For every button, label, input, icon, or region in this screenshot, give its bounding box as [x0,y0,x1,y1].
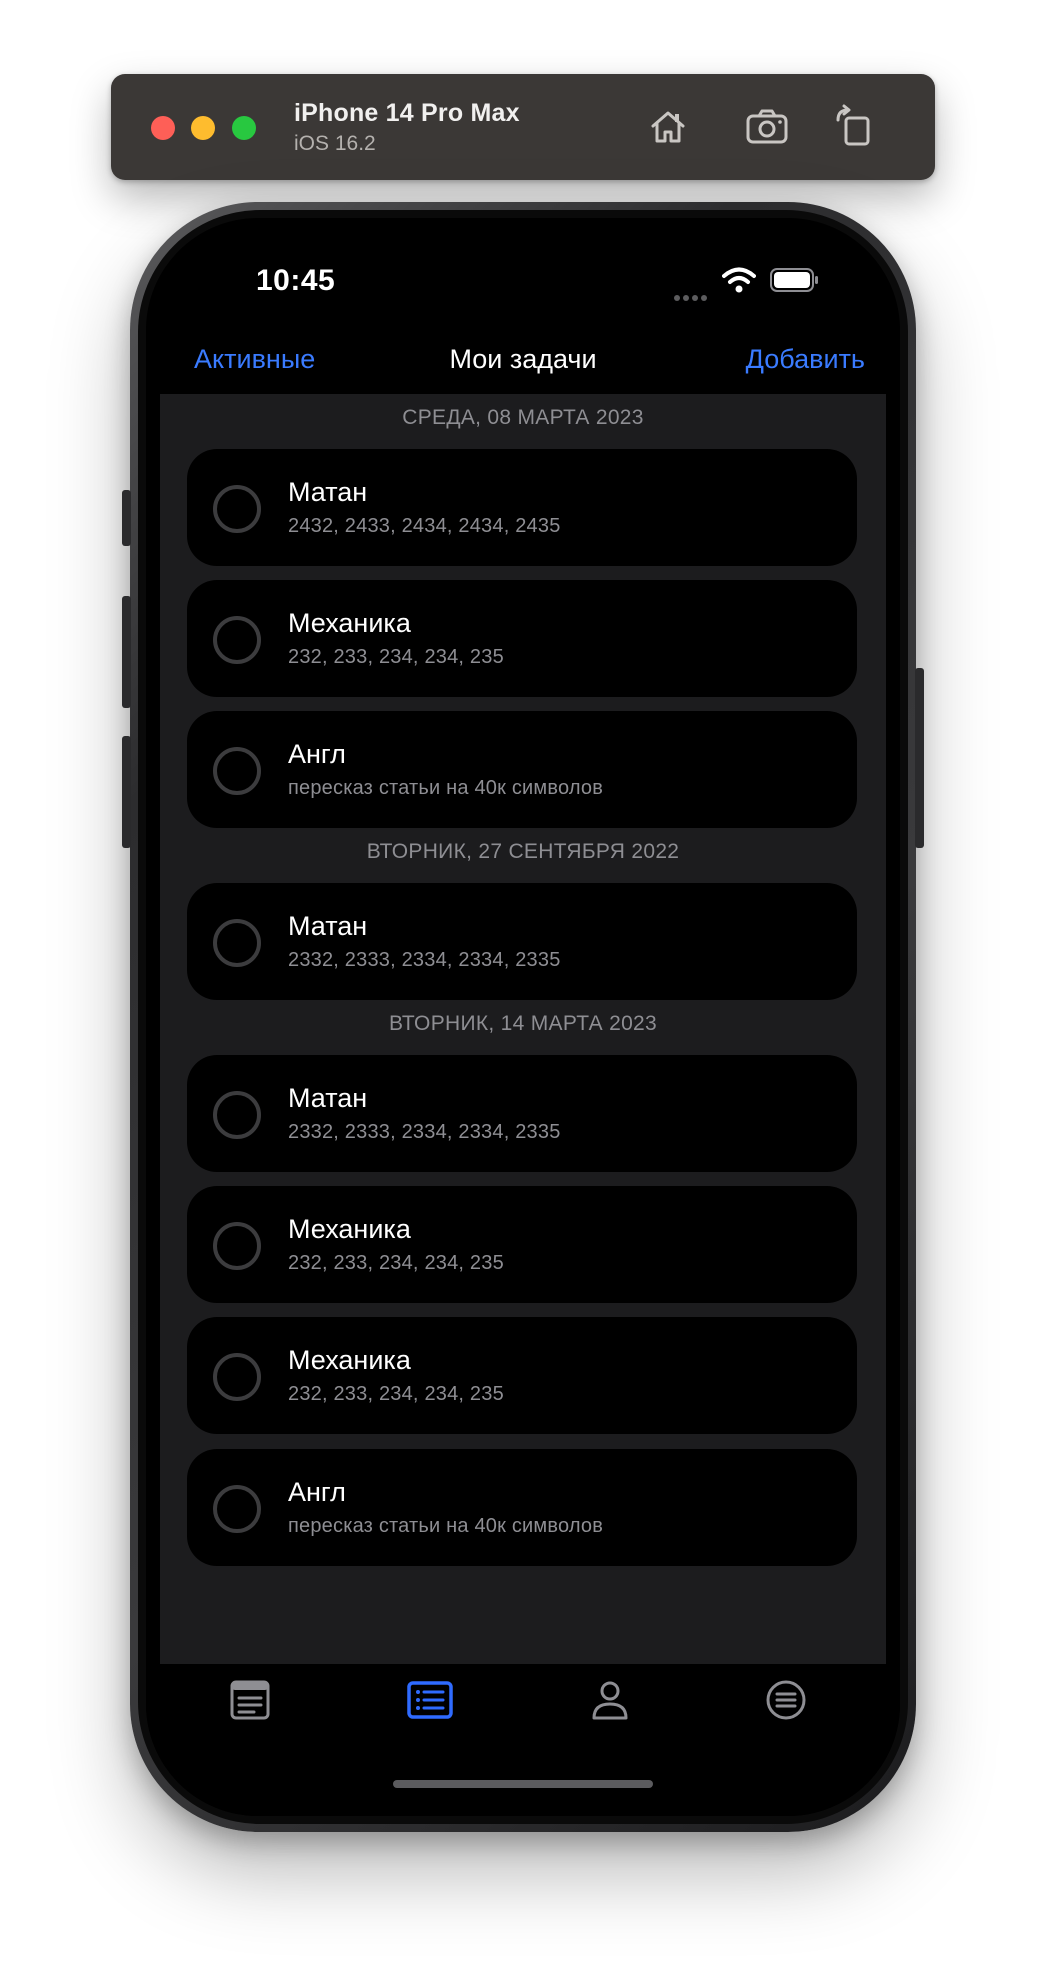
task-checkbox[interactable] [213,616,261,664]
task-title: Механика [288,608,411,638]
volume-down-button [122,736,131,848]
task-checkbox[interactable] [213,1222,261,1270]
task-title: Англ [288,739,346,769]
task-row[interactable]: Англ пересказ статьи на 40к символов [187,1449,857,1566]
task-title: Матан [288,911,368,941]
battery-icon [770,268,820,292]
silent-switch [122,490,131,546]
person-icon[interactable] [586,1676,634,1724]
task-row[interactable]: Механика 232, 233, 234, 234, 235 [187,580,857,697]
task-checkbox[interactable] [213,485,261,533]
minimize-window-button[interactable] [191,116,215,140]
task-row[interactable]: Механика 232, 233, 234, 234, 235 [187,1317,857,1434]
list-icon[interactable] [406,1676,454,1724]
section-header: СРЕДА, 08 МАРТА 2023 [402,406,644,429]
task-list[interactable]: СРЕДА, 08 МАРТА 2023 Матан 2432, 2433, 2… [160,394,886,1664]
power-button [915,668,924,848]
task-row[interactable]: Матан 2332, 2333, 2334, 2334, 2335 [187,883,857,1000]
close-window-button[interactable] [151,116,175,140]
task-title: Механика [288,1214,411,1244]
task-title: Матан [288,1083,368,1113]
task-subtitle: 232, 233, 234, 234, 235 [288,1252,504,1274]
home-indicator[interactable] [393,1780,653,1788]
task-row[interactable]: Англ пересказ статьи на 40к символов [187,711,857,828]
section-header: ВТОРНИК, 14 МАРТА 2023 [388,1012,658,1035]
zoom-window-button[interactable] [232,116,256,140]
note-icon[interactable] [226,1676,274,1724]
task-checkbox[interactable] [213,1353,261,1401]
rotate-icon[interactable] [832,104,878,150]
device-name: iPhone 14 Pro Max [294,99,520,127]
task-subtitle: 2432, 2433, 2434, 2434, 2435 [288,515,561,537]
task-checkbox[interactable] [213,919,261,967]
home-icon[interactable] [645,104,691,150]
tab-bar [146,1664,900,1816]
add-task-button[interactable]: Добавить [746,344,865,375]
task-subtitle: 2332, 2333, 2334, 2334, 2335 [288,1121,561,1143]
dynamic-island [422,252,622,310]
task-title: Англ [288,1477,346,1507]
screenshot-icon[interactable] [744,104,790,150]
volume-up-button [122,596,131,708]
task-title: Матан [288,477,368,507]
task-subtitle: пересказ статьи на 40к символов [288,1515,604,1537]
task-subtitle: 2332, 2333, 2334, 2334, 2335 [288,949,561,971]
task-row[interactable]: Матан 2332, 2333, 2334, 2334, 2335 [187,1055,857,1172]
task-subtitle: 232, 233, 234, 234, 235 [288,1383,504,1405]
task-checkbox[interactable] [213,1091,261,1139]
task-title: Механика [288,1345,411,1375]
task-subtitle: 232, 233, 234, 234, 235 [288,646,504,668]
task-checkbox[interactable] [213,747,261,795]
task-row[interactable]: Матан 2432, 2433, 2434, 2434, 2435 [187,449,857,566]
status-time: 10:45 [256,264,336,297]
menu-circle-icon[interactable] [762,1676,810,1724]
phone-screen: 10:45 Активные Мои задачи Добавить СРЕДА [146,218,900,1816]
wifi-icon [722,266,756,294]
section-header: ВТОРНИК, 27 СЕНТЯБРЯ 2022 [366,840,680,863]
task-subtitle: пересказ статьи на 40к символов [288,777,604,799]
cellular-signal-icon [674,288,714,301]
task-row[interactable]: Механика 232, 233, 234, 234, 235 [187,1186,857,1303]
task-checkbox[interactable] [213,1485,261,1533]
stage: iPhone 14 Pro Max iOS 16.2 10:45 Активны… [0,0,1046,1984]
os-version: iOS 16.2 [294,132,376,155]
